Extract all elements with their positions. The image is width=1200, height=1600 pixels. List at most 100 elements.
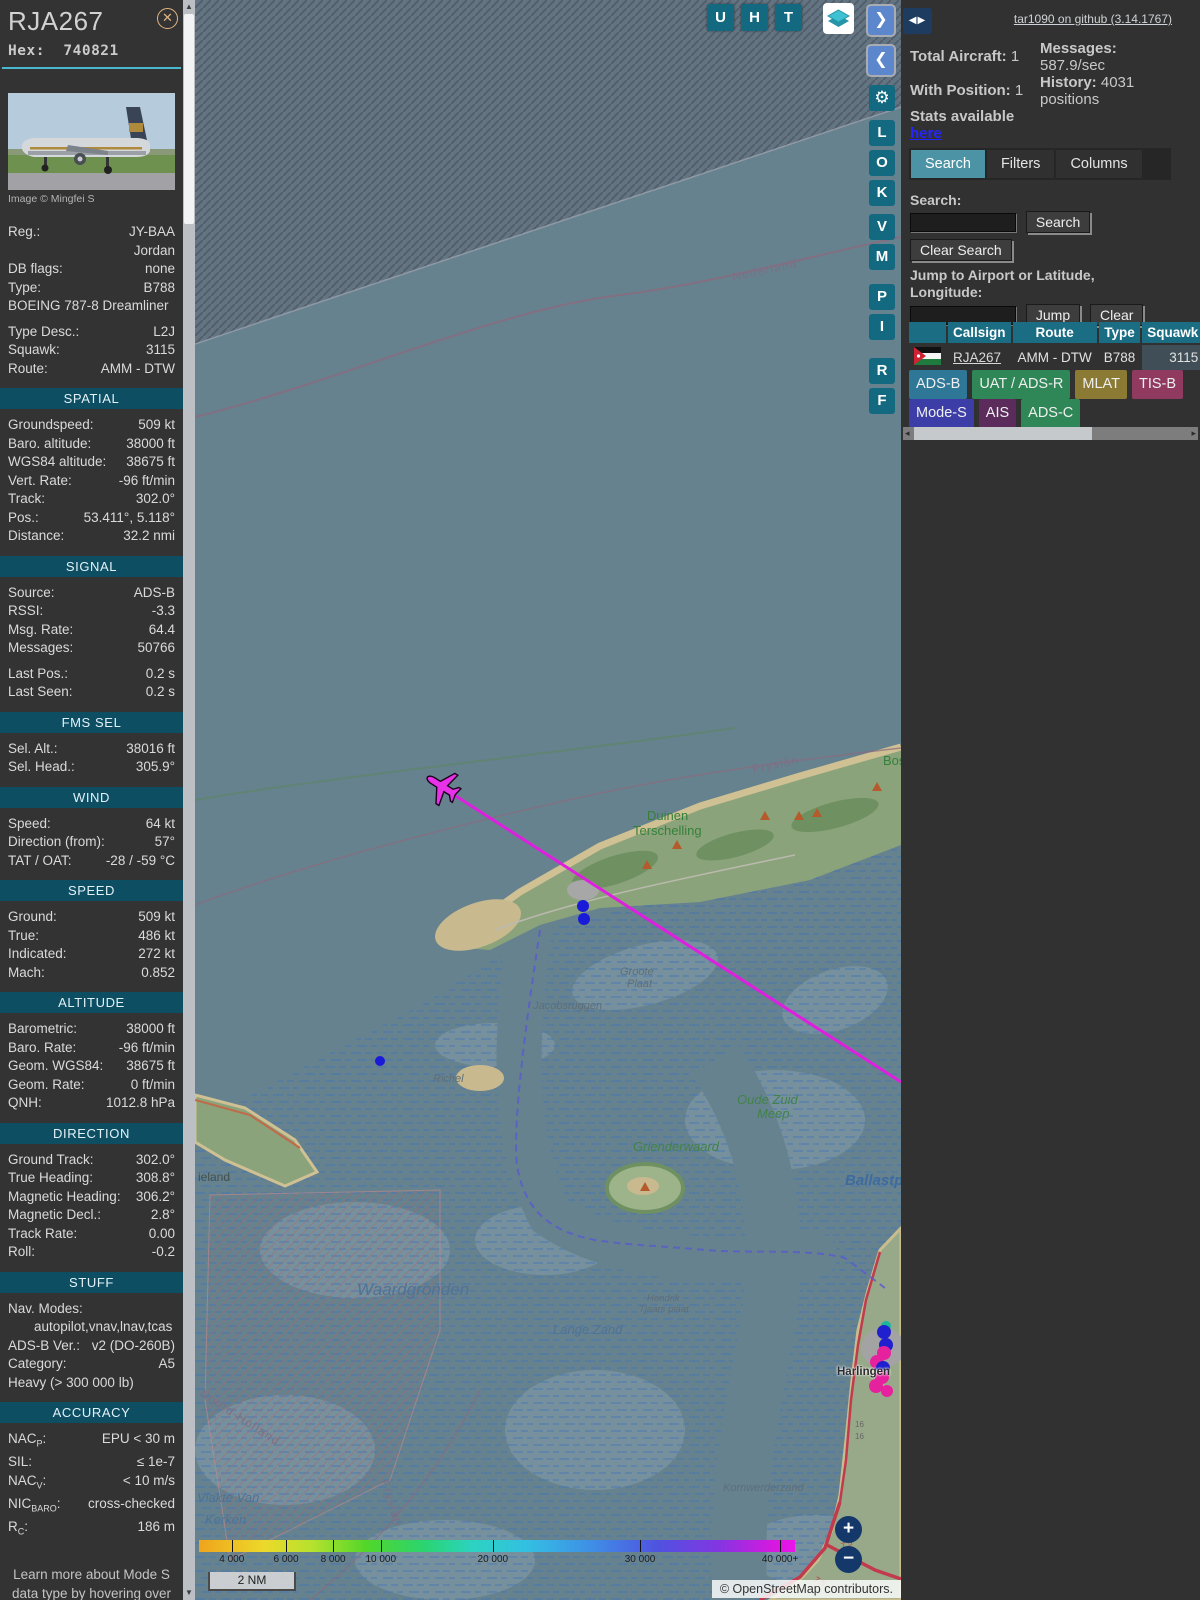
badge-ais: AIS [979,399,1016,428]
map-button-h[interactable]: H [741,4,768,31]
data-label: Barometric: [8,1020,77,1039]
data-value: A5 [158,1355,175,1374]
close-icon[interactable]: ✕ [157,8,178,29]
data-value: 302.0° [136,490,175,509]
panel-scrollbar-thumb[interactable] [914,427,1092,440]
data-label: Type: [8,279,41,298]
data-label: Direction (from): [8,833,105,852]
data-label: Roll: [8,1243,35,1262]
legend-tick [493,1540,494,1552]
data-label: Vert. Rate: [8,472,72,491]
layers-icon[interactable] [823,3,854,34]
scroll-right-icon[interactable]: ▸ [1191,427,1196,440]
hex-code: Hex: 740821 [8,43,175,59]
table-header-flag[interactable] [909,322,946,343]
total-aircraft-value: 1 [1011,48,1019,65]
data-row: Indicated:272 kt [8,945,175,964]
zoom-out-button[interactable]: − [835,1546,862,1573]
data-value: 38675 ft [126,1057,175,1076]
map-hotkey-r[interactable]: R [869,358,895,384]
map-hotkey-p[interactable]: P [869,284,895,310]
registration-link[interactable]: JY-BAA [129,224,175,239]
zoom-in-button[interactable]: + [835,1516,862,1543]
data-value: 32.2 nmi [123,527,175,546]
tab-search[interactable]: Search [911,150,985,178]
map-hotkey-k[interactable]: K [869,180,895,206]
data-value: 38000 ft [126,1020,175,1039]
badge-ads-c: ADS-C [1021,399,1080,428]
legend-tick-label: 8 000 [321,1554,346,1565]
map-hotkey-v[interactable]: V [869,214,895,240]
data-value: EPU < 30 m [102,1430,175,1453]
aircraft-icon[interactable] [418,762,466,811]
map-hotkey-f[interactable]: F [869,388,895,414]
scroll-down-icon[interactable]: ▼ [183,1586,195,1600]
legend-tick-label: 30 000 [625,1554,656,1565]
github-link[interactable]: tar1090 on github (3.14.1767) [1014,12,1172,26]
tab-columns[interactable]: Columns [1056,150,1141,178]
sidebar-footer-note: Learn more about Mode S data type by hov… [8,1565,175,1600]
map-canvas[interactable]: NederlandFryslânBosDuinenTerschellingGro… [195,0,901,1600]
aircraft-table: CallsignRouteTypeSquawkAlt. (ft) RJA267 … [907,320,1200,372]
tab-filters[interactable]: Filters [987,150,1054,178]
data-row: Distance:32.2 nmi [8,527,175,546]
map-hotkey-m[interactable]: M [869,244,895,270]
table-callsign-link[interactable]: RJA267 [953,350,1001,365]
data-label: Mach: [8,964,45,983]
stats-here-link[interactable]: here [910,125,942,142]
data-label: Ground: [8,908,57,927]
data-label: Track: [8,490,45,509]
data-label: DB flags: [8,260,63,279]
map-hotkey-o[interactable]: O [869,150,895,176]
table-header-Route[interactable]: Route [1013,322,1097,343]
map-hotkey-i[interactable]: I [869,314,895,340]
data-row: Geom. WGS84:38675 ft [8,1057,175,1076]
expand-sidebar-icon[interactable]: ❯ [866,4,896,37]
data-row: Sel. Alt.:38016 ft [8,740,175,759]
legend-tick [780,1540,781,1552]
data-row: Type Desc.:L2J [8,323,175,342]
scale-bar: 2 NM [208,1572,296,1591]
data-label: ADS-B Ver.: [8,1337,80,1356]
clear-search-button[interactable]: Clear Search [910,239,1012,261]
table-header-Squawk[interactable]: Squawk [1142,322,1200,343]
search-button[interactable]: Search [1026,211,1090,233]
data-line: Jordan [8,242,175,261]
map-geography [195,0,901,1600]
data-value: 486 kt [138,927,175,946]
data-row: Direction (from):57° [8,833,175,852]
collapse-sidebar-icon[interactable]: ❮ [866,44,896,77]
panel-resize-icon[interactable]: ◀▶ [903,8,932,34]
search-block: Search: Search Clear Search Jump to Airp… [910,192,1192,326]
panel-tabs: SearchFiltersColumns [909,148,1171,180]
badge-tis-b: TIS-B [1132,370,1183,399]
data-label: Source: [8,584,55,603]
scroll-up-icon[interactable]: ▲ [183,0,195,14]
data-label: Sel. Alt.: [8,740,58,759]
data-row: Track Rate:0.00 [8,1225,175,1244]
section-header-wind: WIND [0,787,183,808]
data-value: -96 ft/min [119,1039,175,1058]
sidebar-scrollbar-thumb[interactable] [184,14,194,224]
table-header-Type[interactable]: Type [1099,322,1141,343]
table-row[interactable]: RJA267 AMM - DTW B788 3115 38000 [909,345,1200,370]
map-hotkey-l[interactable]: L [869,120,895,146]
legend-tick [640,1540,641,1552]
data-row: Last Seen:0.2 s [8,683,175,702]
aircraft-photo[interactable] [8,93,175,190]
map-button-t[interactable]: T [775,4,802,31]
map-button-u[interactable]: U [707,4,734,31]
sidebar-scrollbar[interactable]: ▲ ▼ [183,0,195,1600]
data-row: TAT / OAT:-28 / -59 °C [8,852,175,871]
panel-horizontal-scrollbar[interactable]: ◂ ▸ [903,427,1198,440]
data-row: Source:ADS-B [8,584,175,603]
stats-available-label: Stats available [910,108,1014,125]
gear-icon[interactable]: ⚙ [869,85,895,111]
table-header-Callsign[interactable]: Callsign [948,322,1011,343]
data-row: Groundspeed:509 kt [8,416,175,435]
scroll-left-icon[interactable]: ◂ [905,427,910,440]
search-input[interactable] [910,213,1016,232]
data-value: -28 / -59 °C [106,852,175,871]
aircraft-info-rows: Reg.:JY-BAAJordanDB flags:noneType:B788B… [8,223,175,378]
data-value: 308.8° [136,1169,175,1188]
